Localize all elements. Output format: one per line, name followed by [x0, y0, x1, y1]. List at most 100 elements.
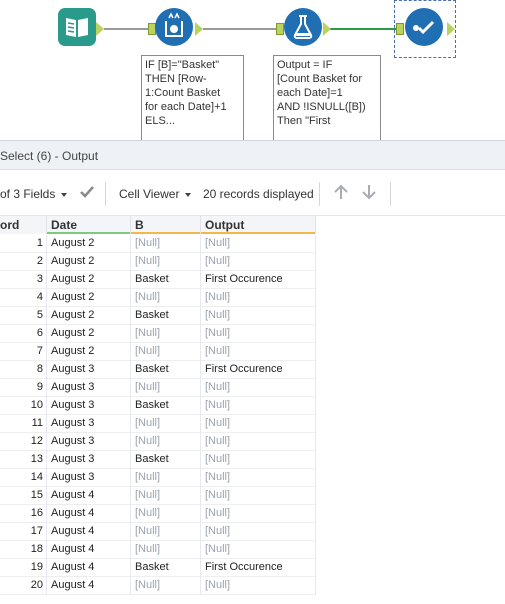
- b-cell[interactable]: Basket: [131, 451, 201, 469]
- checkmark-icon[interactable]: [78, 183, 96, 204]
- output-cell[interactable]: [Null]: [201, 451, 316, 469]
- table-row[interactable]: 16 August 4 [Null] [Null]: [0, 505, 316, 523]
- output-cell[interactable]: [Null]: [201, 253, 316, 271]
- b-cell[interactable]: Basket: [131, 271, 201, 289]
- formula-annotation[interactable]: IF [B]="Basket" THEN [Row- 1:Count Baske…: [141, 55, 244, 140]
- formula-tool[interactable]: [284, 8, 322, 46]
- output-cell[interactable]: [Null]: [201, 487, 316, 505]
- output-anchor[interactable]: [195, 22, 203, 36]
- date-cell[interactable]: August 2: [47, 289, 131, 307]
- date-cell[interactable]: August 4: [47, 541, 131, 559]
- record-number-cell[interactable]: 18: [0, 541, 47, 559]
- table-row[interactable]: 13 August 3 Basket [Null]: [0, 451, 316, 469]
- output-cell[interactable]: First Occurence: [201, 271, 316, 289]
- table-row[interactable]: 4 August 2 [Null] [Null]: [0, 289, 316, 307]
- output-cell[interactable]: [Null]: [201, 343, 316, 361]
- record-number-cell[interactable]: 3: [0, 271, 47, 289]
- output-cell[interactable]: [Null]: [201, 577, 316, 595]
- table-row[interactable]: 12 August 3 [Null] [Null]: [0, 433, 316, 451]
- record-number-cell[interactable]: 11: [0, 415, 47, 433]
- date-cell[interactable]: August 2: [47, 253, 131, 271]
- date-cell[interactable]: August 3: [47, 451, 131, 469]
- record-number-cell[interactable]: 4: [0, 289, 47, 307]
- arrow-up-icon[interactable]: [332, 183, 350, 204]
- b-cell[interactable]: [Null]: [131, 469, 201, 487]
- fields-selector[interactable]: of 3 Fields: [0, 187, 68, 201]
- table-row[interactable]: 2 August 2 [Null] [Null]: [0, 253, 316, 271]
- record-number-cell[interactable]: 6: [0, 325, 47, 343]
- record-number-cell[interactable]: 15: [0, 487, 47, 505]
- b-cell[interactable]: [Null]: [131, 325, 201, 343]
- b-cell[interactable]: [Null]: [131, 523, 201, 541]
- column-header-record[interactable]: ord: [0, 216, 47, 234]
- b-cell[interactable]: [Null]: [131, 415, 201, 433]
- b-cell[interactable]: [Null]: [131, 505, 201, 523]
- table-row[interactable]: 8 August 3 Basket First Occurence: [0, 361, 316, 379]
- b-cell[interactable]: [Null]: [131, 379, 201, 397]
- arrow-down-icon[interactable]: [360, 183, 378, 204]
- output-anchor[interactable]: [447, 22, 455, 36]
- b-cell[interactable]: [Null]: [131, 433, 201, 451]
- record-number-cell[interactable]: 19: [0, 559, 47, 577]
- table-row[interactable]: 19 August 4 Basket First Occurence: [0, 559, 316, 577]
- output-cell[interactable]: [Null]: [201, 415, 316, 433]
- record-number-cell[interactable]: 10: [0, 397, 47, 415]
- input-data-tool[interactable]: [58, 8, 96, 46]
- date-cell[interactable]: August 4: [47, 487, 131, 505]
- record-number-cell[interactable]: 14: [0, 469, 47, 487]
- record-number-cell[interactable]: 20: [0, 577, 47, 595]
- workflow-canvas[interactable]: IF [B]="Basket" THEN [Row- 1:Count Baske…: [0, 0, 505, 140]
- date-cell[interactable]: August 3: [47, 433, 131, 451]
- record-number-cell[interactable]: 8: [0, 361, 47, 379]
- output-cell[interactable]: [Null]: [201, 523, 316, 541]
- output-cell[interactable]: [Null]: [201, 541, 316, 559]
- output-cell[interactable]: [Null]: [201, 235, 316, 253]
- date-cell[interactable]: August 2: [47, 325, 131, 343]
- record-number-cell[interactable]: 7: [0, 343, 47, 361]
- record-number-cell[interactable]: 16: [0, 505, 47, 523]
- table-row[interactable]: 15 August 4 [Null] [Null]: [0, 487, 316, 505]
- select-tool[interactable]: [405, 8, 443, 46]
- table-row[interactable]: 3 August 2 Basket First Occurence: [0, 271, 316, 289]
- record-number-cell[interactable]: 2: [0, 253, 47, 271]
- b-cell[interactable]: [Null]: [131, 253, 201, 271]
- record-number-cell[interactable]: 1: [0, 235, 47, 253]
- table-row[interactable]: 7 August 2 [Null] [Null]: [0, 343, 316, 361]
- output-cell[interactable]: First Occurence: [201, 361, 316, 379]
- output-cell[interactable]: [Null]: [201, 325, 316, 343]
- date-cell[interactable]: August 3: [47, 379, 131, 397]
- column-header-date[interactable]: Date: [47, 216, 131, 234]
- output-cell[interactable]: [Null]: [201, 307, 316, 325]
- formula-annotation[interactable]: Output = IF [Count Basket for each Date]…: [273, 55, 381, 140]
- table-row[interactable]: 6 August 2 [Null] [Null]: [0, 325, 316, 343]
- output-cell[interactable]: [Null]: [201, 505, 316, 523]
- column-header-output[interactable]: Output: [201, 216, 316, 234]
- table-row[interactable]: 10 August 3 Basket [Null]: [0, 397, 316, 415]
- date-cell[interactable]: August 4: [47, 523, 131, 541]
- output-cell[interactable]: [Null]: [201, 469, 316, 487]
- date-cell[interactable]: August 4: [47, 577, 131, 595]
- output-anchor[interactable]: [323, 22, 331, 36]
- record-number-cell[interactable]: 12: [0, 433, 47, 451]
- b-cell[interactable]: [Null]: [131, 235, 201, 253]
- output-cell[interactable]: [Null]: [201, 433, 316, 451]
- record-number-cell[interactable]: 17: [0, 523, 47, 541]
- date-cell[interactable]: August 3: [47, 469, 131, 487]
- b-cell[interactable]: [Null]: [131, 289, 201, 307]
- date-cell[interactable]: August 2: [47, 343, 131, 361]
- b-cell[interactable]: [Null]: [131, 541, 201, 559]
- output-cell[interactable]: [Null]: [201, 289, 316, 307]
- output-cell[interactable]: [Null]: [201, 397, 316, 415]
- date-cell[interactable]: August 3: [47, 361, 131, 379]
- b-cell[interactable]: [Null]: [131, 487, 201, 505]
- cell-viewer-dropdown[interactable]: Cell Viewer: [119, 187, 192, 201]
- record-number-cell[interactable]: 5: [0, 307, 47, 325]
- b-cell[interactable]: Basket: [131, 307, 201, 325]
- b-cell[interactable]: [Null]: [131, 343, 201, 361]
- record-number-cell[interactable]: 13: [0, 451, 47, 469]
- date-cell[interactable]: August 3: [47, 415, 131, 433]
- column-header-b[interactable]: B: [131, 216, 201, 234]
- date-cell[interactable]: August 2: [47, 271, 131, 289]
- output-anchor[interactable]: [96, 22, 104, 36]
- table-row[interactable]: 14 August 3 [Null] [Null]: [0, 469, 316, 487]
